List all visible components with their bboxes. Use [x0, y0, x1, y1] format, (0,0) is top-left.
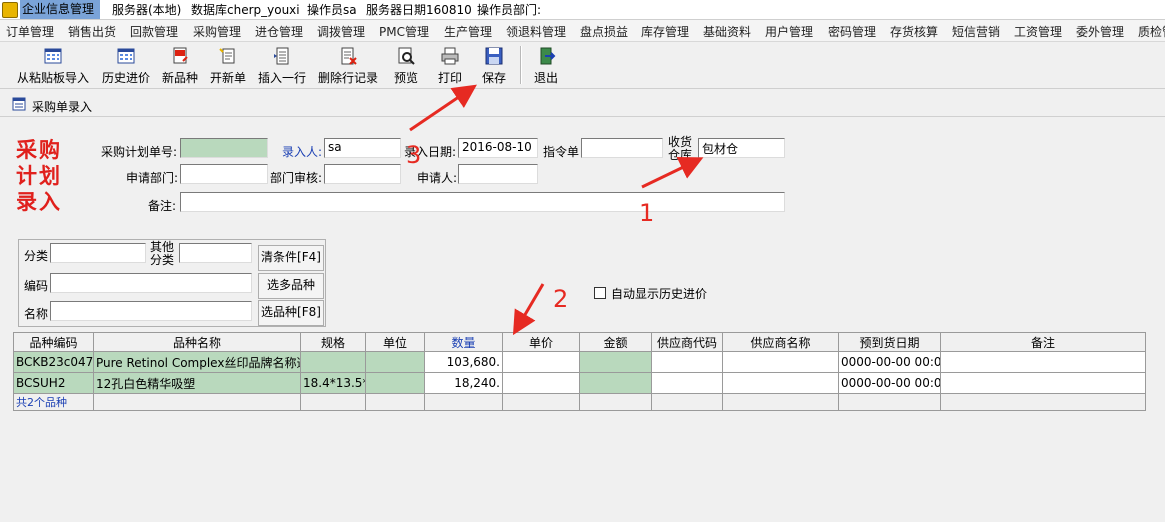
annotation-number: 2: [553, 285, 569, 313]
annotation-number: 3: [406, 141, 422, 169]
arrow-to-warehouse: [641, 157, 704, 189]
annotation-number: 1: [639, 199, 655, 227]
annotation-arrows: [409, 84, 704, 336]
arrow-to-quantity: [512, 283, 545, 336]
arrow-to-save: [409, 84, 477, 132]
